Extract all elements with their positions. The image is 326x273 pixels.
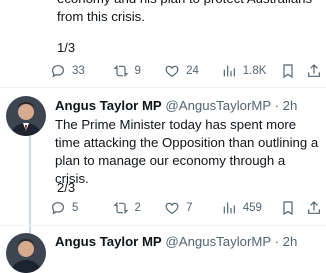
tweet1-text-line1: economy and his plan to protect Australi… <box>57 0 312 8</box>
like-count: 7 <box>186 202 193 214</box>
reply-button[interactable]: 33 <box>50 63 113 79</box>
avatar[interactable] <box>6 96 46 136</box>
tweet-divider <box>0 87 326 88</box>
share-icon <box>308 201 321 214</box>
bookmark-icon <box>283 201 293 216</box>
thread-line <box>29 136 31 238</box>
retweet-icon <box>113 65 128 77</box>
like-button[interactable]: 24 <box>164 63 221 79</box>
views-icon <box>223 202 235 214</box>
like-button[interactable]: 7 <box>164 200 221 216</box>
retweet-count: 2 <box>134 202 141 214</box>
retweet-button[interactable]: 2 <box>113 200 165 216</box>
author-handle[interactable]: @AngusTaylorMP <box>165 234 271 249</box>
retweet-icon <box>113 202 128 214</box>
reply-button[interactable]: 5 <box>50 200 113 216</box>
heart-icon <box>165 65 179 78</box>
like-count: 24 <box>186 65 199 77</box>
tweet-timestamp[interactable]: · 2h <box>275 98 298 113</box>
bookmark-button[interactable] <box>280 63 300 79</box>
author-name[interactable]: Angus Taylor MP <box>55 234 162 249</box>
reply-count: 33 <box>72 65 85 77</box>
tweet2-actions: 5 2 7 459 <box>50 199 326 217</box>
avatar[interactable] <box>6 233 46 273</box>
reply-count: 5 <box>72 202 79 214</box>
share-button[interactable] <box>306 200 326 216</box>
views-button[interactable]: 459 <box>221 200 281 216</box>
tweet-divider <box>0 225 326 226</box>
share-icon <box>308 64 321 77</box>
tweet1-text: economy and his plan to protect Australi… <box>57 0 312 26</box>
tweet3-header: Angus Taylor MP @AngusTaylorMP · 2h <box>55 234 297 249</box>
retweet-count: 9 <box>134 65 141 77</box>
avatar-image <box>6 233 46 273</box>
reply-icon <box>52 65 64 78</box>
author-name[interactable]: Angus Taylor MP <box>55 98 162 113</box>
tweet1-counter: 1/3 <box>57 40 76 55</box>
tweet2-header: Angus Taylor MP @AngusTaylorMP · 2h <box>55 98 297 113</box>
bookmark-button[interactable] <box>280 200 300 216</box>
reply-icon <box>52 202 64 215</box>
tweet1-actions: 33 9 24 1.8K <box>50 62 326 80</box>
tweet2-text: The Prime Minister today has spent more … <box>55 117 319 186</box>
heart-icon <box>165 202 179 215</box>
bookmark-icon <box>283 64 293 79</box>
tweet-timestamp[interactable]: · 2h <box>275 234 298 249</box>
views-icon <box>223 65 235 77</box>
retweet-button[interactable]: 9 <box>113 63 165 79</box>
author-handle[interactable]: @AngusTaylorMP <box>165 98 271 113</box>
tweet2-counter: 2/3 <box>57 180 76 195</box>
views-count: 1.8K <box>242 65 267 77</box>
tweet1-text-line2: from this crisis. <box>57 9 145 24</box>
share-button[interactable] <box>306 63 326 79</box>
views-button[interactable]: 1.8K <box>221 63 281 79</box>
avatar-image <box>6 96 46 136</box>
views-count: 459 <box>242 202 262 214</box>
